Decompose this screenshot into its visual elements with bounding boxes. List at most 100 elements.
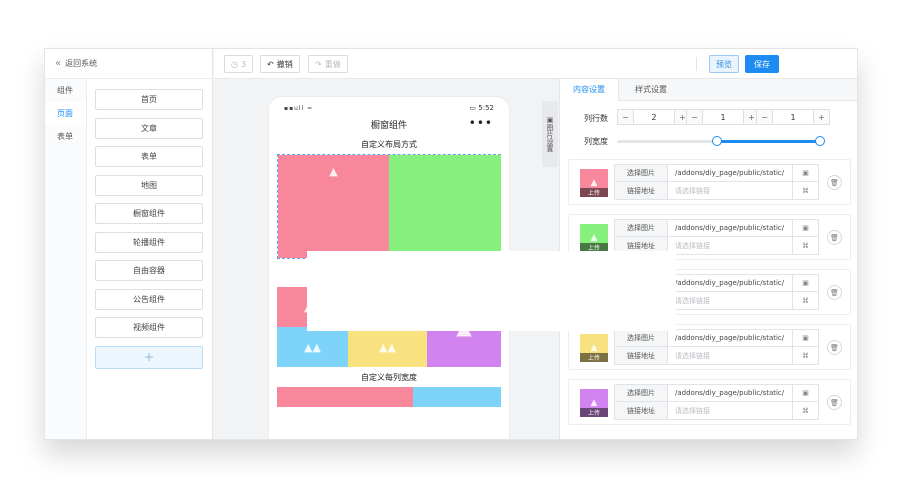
phone-title-text: 橱窗组件 <box>370 121 407 131</box>
status-time: ▭ 5:52 <box>469 104 494 112</box>
link-address-label: 链接地址 <box>615 182 668 199</box>
component-carousel[interactable]: 轮播组件 <box>95 231 203 253</box>
category-components[interactable]: 组件 <box>45 79 86 102</box>
image-item: ▲上传选择图片/addons/diy_page/public/static/▣链… <box>568 159 851 205</box>
select-image-label: 选择图片 <box>615 385 668 401</box>
link-input[interactable]: 请选择链接 <box>668 402 792 419</box>
link-address-label: 链接地址 <box>615 347 668 364</box>
rows-stepper-3[interactable]: − 1 + <box>756 109 830 125</box>
preview-button[interactable]: 预览 <box>709 55 739 73</box>
image-thumbnail[interactable]: ▲上传 <box>580 224 608 252</box>
minus-button[interactable]: − <box>757 110 772 124</box>
minus-button[interactable]: − <box>618 110 633 124</box>
image-icon[interactable]: ▣ <box>792 275 818 291</box>
back-to-system-link[interactable]: « 返回系统 <box>45 49 212 79</box>
link-input[interactable]: 请选择链接 <box>668 237 792 254</box>
image-path-input[interactable]: /addons/diy_page/public/static/ <box>668 385 792 401</box>
link-input[interactable]: 请选择链接 <box>668 292 792 309</box>
showcase-block-3[interactable] <box>277 387 501 407</box>
delete-icon[interactable]: 🗑 <box>827 175 842 190</box>
tab-style-settings[interactable]: 样式设置 <box>622 79 680 101</box>
image-path-input[interactable]: /addons/diy_page/public/static/ <box>668 330 792 346</box>
tab-content-settings[interactable]: 内容设置 <box>560 79 619 101</box>
image-thumbnail[interactable]: ▲上传 <box>580 389 608 417</box>
upload-button[interactable]: 上传 <box>580 188 608 197</box>
blank-overlay <box>307 251 676 331</box>
redo-label: 重做 <box>324 59 341 69</box>
section-title-column-width: 自定义每列宽度 <box>361 373 417 382</box>
image-thumbnail[interactable]: ▲上传 <box>580 169 608 197</box>
image-icon[interactable]: ▣ <box>792 220 818 236</box>
component-home[interactable]: 首页 <box>95 89 203 110</box>
component-video[interactable]: 视频组件 <box>95 317 203 338</box>
showcase-cell[interactable]: ▲▲ <box>277 327 348 367</box>
stepper-value[interactable]: 1 <box>702 110 744 124</box>
save-button[interactable]: 保存 <box>745 55 779 73</box>
signal-indicator: ▪▪ull ≈ <box>284 105 314 112</box>
undo-button[interactable]: ↶ 撤销 <box>260 55 300 73</box>
category-forms[interactable]: 表单 <box>45 125 86 148</box>
showcase-cell[interactable] <box>277 387 413 407</box>
mountain-image-icon: ▲ <box>329 165 338 178</box>
component-showcase[interactable]: 橱窗组件 <box>95 203 203 224</box>
image-path-input[interactable]: /addons/diy_page/public/static/ <box>668 165 792 181</box>
more-icon[interactable]: ••• <box>469 116 493 130</box>
showcase-cell[interactable] <box>413 387 501 407</box>
component-map[interactable]: 地图 <box>95 174 203 196</box>
image-icon[interactable]: ▣ <box>792 385 818 401</box>
image-path-input[interactable]: /addons/diy_page/public/static/ <box>668 220 792 236</box>
stepper-value[interactable]: 2 <box>633 110 675 124</box>
slider-handle-2[interactable] <box>815 136 825 146</box>
delete-icon[interactable]: 🗑 <box>827 230 842 245</box>
delete-icon[interactable]: 🗑 <box>827 340 842 355</box>
showcase-block-1[interactable]: ▲ <box>277 154 501 259</box>
image-row: 选择图片/addons/diy_page/public/static/▣ <box>615 165 818 182</box>
link-icon[interactable]: ⌘ <box>792 402 818 419</box>
image-icon[interactable]: ▣ <box>792 165 818 181</box>
image-row: 选择图片/addons/diy_page/public/static/▣ <box>615 220 818 237</box>
link-icon[interactable]: ⌘ <box>792 237 818 254</box>
back-label: 返回系统 <box>65 59 98 68</box>
link-icon[interactable]: ⌘ <box>792 292 818 309</box>
undo-label: 撤销 <box>276 59 293 69</box>
upload-button[interactable]: 上传 <box>580 353 608 362</box>
rows-stepper-1[interactable]: − 2 + <box>617 109 691 125</box>
link-input[interactable]: 请选择链接 <box>668 347 792 364</box>
image-row: 选择图片/addons/diy_page/public/static/▣ <box>615 385 818 402</box>
time-text: 5:52 <box>478 104 494 112</box>
image-icon[interactable]: ▣ <box>792 330 818 346</box>
showcase-cell[interactable] <box>389 155 501 258</box>
history-button[interactable]: ◷ 3 <box>224 55 254 73</box>
column-width-slider[interactable] <box>617 136 825 146</box>
component-form[interactable]: 表单 <box>95 146 203 167</box>
delete-icon[interactable]: 🗑 <box>827 395 842 410</box>
component-free-container[interactable]: 自由容器 <box>95 260 203 281</box>
component-list: 首页 文章 表单 地图 橱窗组件 轮播组件 自由容器 公告组件 视频组件 + <box>95 89 203 376</box>
item-fields: 选择图片/addons/diy_page/public/static/▣链接地址… <box>614 329 819 365</box>
link-input[interactable]: 请选择链接 <box>668 182 792 199</box>
add-component-button[interactable]: + <box>95 345 203 369</box>
category-pages[interactable]: 页面 <box>45 102 86 125</box>
image-thumbnail[interactable]: ▲上传 <box>580 334 608 362</box>
image-item: ▲上传选择图片/addons/diy_page/public/static/▣链… <box>568 379 851 425</box>
rows-stepper-2[interactable]: − 1 + <box>686 109 760 125</box>
plus-button[interactable]: + <box>814 110 829 124</box>
link-icon[interactable]: ⌘ <box>792 347 818 364</box>
showcase-cell[interactable]: ▲▲ <box>348 327 427 367</box>
left-sidebar: « 返回系统 组件 页面 表单 首页 文章 表单 地图 橱窗组件 轮播组件 自由… <box>45 49 213 439</box>
component-notice[interactable]: 公告组件 <box>95 288 203 310</box>
showcase-cell[interactable]: ▲ <box>278 155 389 258</box>
link-address-label: 链接地址 <box>615 402 668 419</box>
image-path-input[interactable]: /addons/diy_page/public/static/ <box>668 275 792 291</box>
delete-icon[interactable]: 🗑 <box>827 285 842 300</box>
image-settings-tab[interactable]: ▣ 图片设置 <box>542 101 558 167</box>
redo-button[interactable]: ↷ 重做 <box>308 55 348 73</box>
stepper-value[interactable]: 1 <box>772 110 814 124</box>
slider-handle-1[interactable] <box>712 136 722 146</box>
link-icon[interactable]: ⌘ <box>792 182 818 199</box>
upload-button[interactable]: 上传 <box>580 408 608 417</box>
minus-button[interactable]: − <box>687 110 702 124</box>
component-article[interactable]: 文章 <box>95 117 203 139</box>
link-row: 链接地址请选择链接⌘ <box>615 402 818 419</box>
diy-page-editor: « 返回系统 组件 页面 表单 首页 文章 表单 地图 橱窗组件 轮播组件 自由… <box>44 48 858 440</box>
